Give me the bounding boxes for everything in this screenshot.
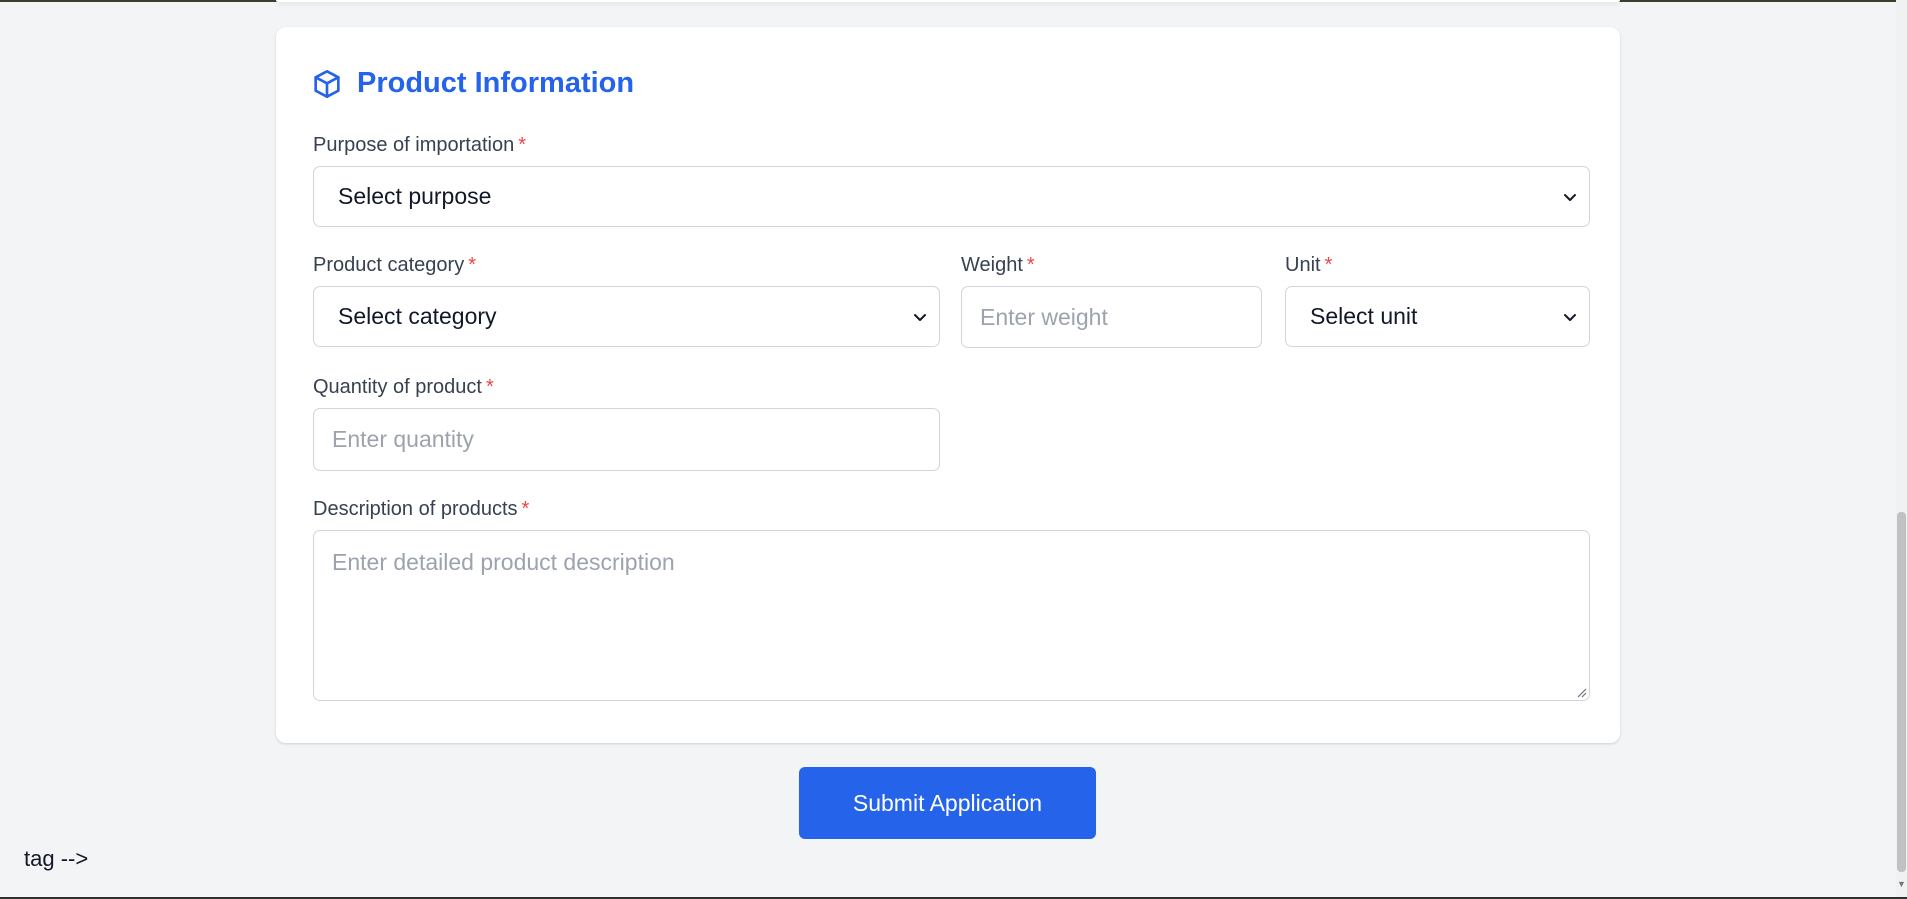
category-label-text: Product category [313,254,465,276]
scroll-down-arrow-icon[interactable]: ▼ [1897,878,1906,890]
quantity-label: Quantity of product * [313,376,494,399]
description-label-text: Description of products [313,498,518,520]
weight-placeholder: Enter weight [980,303,1108,330]
stray-comment-text: tag --> [24,846,89,871]
scrollbar-thumb[interactable] [1897,512,1906,872]
section-header: Product Information [311,67,634,100]
previous-card-edge [276,0,1620,2]
quantity-input[interactable]: Enter quantity [313,408,940,471]
section-title: Product Information [357,67,635,99]
product-information-card: Product Information Purpose of importati… [276,27,1620,743]
weight-label: Weight * [961,254,1035,277]
required-marker: * [468,254,476,276]
chevron-down-icon [1564,313,1576,321]
required-marker: * [1026,254,1035,276]
resize-grip-icon[interactable] [1575,686,1587,698]
category-select[interactable]: Select category [313,286,940,347]
unit-select-value: Select unit [1310,303,1418,329]
required-marker: * [485,376,494,398]
required-marker: * [521,498,530,520]
category-label: Product category * [313,254,476,277]
required-marker: * [1324,254,1333,276]
unit-select[interactable]: Select unit [1285,286,1590,347]
unit-label-text: Unit [1285,254,1321,276]
purpose-select[interactable]: Select purpose [313,166,1590,227]
quantity-label-text: Quantity of product [313,376,482,398]
unit-label: Unit * [1285,254,1332,277]
package-icon [314,69,340,98]
submit-button-label: Submit Application [852,789,1043,816]
chevron-down-icon [914,313,926,321]
quantity-placeholder: Enter quantity [332,426,474,452]
description-placeholder: Enter detailed product description [332,549,675,575]
purpose-label-text: Purpose of importation [313,134,515,156]
chevron-down-icon [1564,193,1576,201]
description-textarea[interactable]: Enter detailed product description [313,530,1590,701]
required-marker: * [518,134,527,156]
purpose-label: Purpose of importation * [313,134,526,157]
description-label: Description of products * [313,498,529,521]
weight-input[interactable]: Enter weight [961,286,1262,348]
purpose-select-value: Select purpose [338,183,492,209]
category-select-value: Select category [338,303,497,329]
submit-application-button[interactable]: Submit Application [799,767,1096,839]
weight-label-text: Weight [961,254,1023,276]
